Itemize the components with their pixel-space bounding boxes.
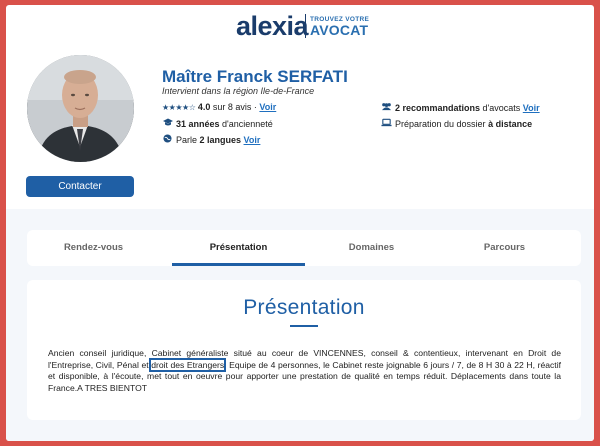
- languages-link[interactable]: Voir: [244, 135, 261, 145]
- tab-domaines[interactable]: Domaines: [305, 230, 438, 266]
- languages-prefix: Parle: [176, 135, 200, 145]
- rating-line: ★★★★☆ 4.0 sur 8 avis · Voir: [162, 102, 276, 112]
- contact-button[interactable]: Contacter: [26, 176, 134, 197]
- experience-label: d'ancienneté: [219, 119, 273, 129]
- recommendations-link[interactable]: Voir: [523, 103, 540, 113]
- preparation-mode: à distance: [488, 119, 533, 129]
- laptop-icon: [381, 118, 392, 129]
- globe-icon: [162, 134, 173, 145]
- recommendations-label: d'avocats: [480, 103, 523, 113]
- highlighted-phrase: droit des Etrangers: [149, 357, 227, 372]
- rating-stars-icon: ★★★★☆: [162, 103, 196, 112]
- profile-tabs: Rendez-vous Présentation Domaines Parcou…: [27, 230, 581, 266]
- site-header: alexia TROUVEZ VOTRE AVOCAT: [6, 5, 594, 45]
- logo-tagline-big: AVOCAT: [310, 22, 369, 38]
- recommendations-line: 2 recommandations d'avocats Voir: [381, 102, 540, 113]
- languages-count: 2 langues: [199, 135, 242, 145]
- rating-value: 4.0: [197, 102, 211, 112]
- presentation-title: Présentation: [243, 296, 365, 319]
- logo-wordmark[interactable]: alexia: [236, 11, 309, 42]
- avatar-portrait: [27, 55, 134, 162]
- tab-parcours[interactable]: Parcours: [438, 230, 571, 266]
- experience-years: 31 années: [176, 119, 220, 129]
- page-frame: alexia TROUVEZ VOTRE AVOCAT Contacter Ma…: [6, 5, 594, 441]
- languages-line: Parle 2 langues Voir: [162, 134, 260, 145]
- rating-count: sur 8 avis ·: [210, 102, 260, 112]
- preparation-prefix: Préparation du dossier: [395, 119, 489, 129]
- lawyer-avatar: [27, 55, 134, 162]
- tab-presentation[interactable]: Présentation: [172, 230, 305, 266]
- presentation-card: Présentation Ancien conseil juridique, C…: [27, 280, 581, 420]
- tab-rendez-vous[interactable]: Rendez-vous: [27, 230, 160, 266]
- logo-divider: [305, 14, 306, 38]
- experience-line: 31 années d'ancienneté: [162, 118, 273, 129]
- preparation-line: Préparation du dossier à distance: [381, 118, 532, 129]
- graduation-cap-icon: [162, 118, 173, 129]
- lawyer-name: Maître Franck SERFATI: [162, 67, 348, 86]
- users-icon: [381, 102, 392, 113]
- lawyer-region: Intervient dans la région Ile-de-France: [162, 86, 315, 96]
- title-underline: [290, 325, 318, 327]
- presentation-text: Ancien conseil juridique, Cabinet généra…: [48, 348, 561, 394]
- reviews-link[interactable]: Voir: [259, 102, 276, 112]
- recommendations-count: 2 recommandations: [395, 103, 481, 113]
